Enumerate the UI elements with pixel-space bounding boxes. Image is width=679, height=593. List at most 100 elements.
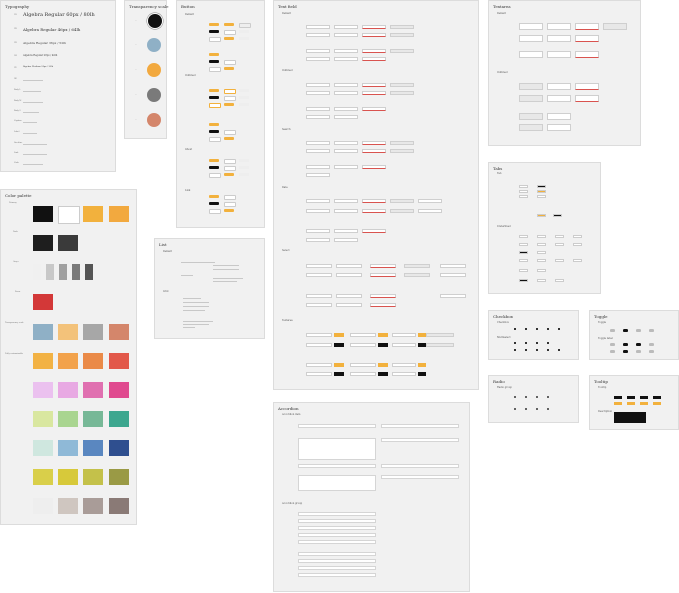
tab-item-active[interactable]	[537, 185, 546, 188]
light-button[interactable]	[224, 60, 236, 66]
toggle-switch-on[interactable]	[623, 343, 628, 346]
textarea-action[interactable]	[378, 333, 388, 337]
accordion-item-expanded[interactable]	[298, 475, 376, 491]
checkbox[interactable]	[547, 342, 550, 345]
textarea[interactable]	[519, 51, 543, 58]
date-input[interactable]	[334, 229, 358, 233]
link-button[interactable]	[209, 209, 221, 215]
checkbox-checked[interactable]	[525, 328, 528, 331]
textarea[interactable]	[547, 113, 571, 120]
textarea-action[interactable]	[378, 363, 388, 367]
textarea-action[interactable]	[418, 363, 426, 367]
text-input[interactable]	[306, 91, 330, 95]
outlined-button[interactable]	[209, 137, 221, 143]
search-input[interactable]	[334, 149, 358, 153]
tab-underlined[interactable]	[555, 279, 564, 282]
accordion-group-item[interactable]	[298, 552, 376, 556]
text-input-error[interactable]	[362, 33, 386, 37]
text-input[interactable]	[306, 107, 330, 111]
textarea-action[interactable]	[334, 363, 344, 367]
search-input-error[interactable]	[362, 141, 386, 145]
textarea-input[interactable]	[392, 343, 416, 347]
date-input[interactable]	[306, 199, 330, 203]
textarea-input[interactable]	[350, 333, 376, 337]
text-input-error[interactable]	[362, 25, 386, 29]
tab-underlined[interactable]	[555, 243, 564, 246]
textarea[interactable]	[519, 35, 543, 42]
tab-underlined[interactable]	[537, 279, 546, 282]
dark-button[interactable]	[209, 130, 219, 134]
accordion-item[interactable]	[298, 464, 376, 468]
search-input-error[interactable]	[362, 165, 386, 169]
text-input-disabled[interactable]	[390, 33, 414, 37]
date-input-error[interactable]	[362, 209, 386, 213]
text-input-error[interactable]	[362, 83, 386, 87]
search-input[interactable]	[334, 165, 358, 169]
select-input[interactable]	[306, 294, 332, 298]
textarea-error[interactable]	[575, 35, 599, 42]
outlined-button[interactable]	[224, 96, 236, 102]
tab-item-active[interactable]	[537, 214, 546, 217]
select-input-error[interactable]	[370, 273, 396, 277]
dark-button[interactable]	[209, 30, 219, 34]
text-input[interactable]	[306, 83, 330, 87]
text-input[interactable]	[334, 107, 358, 111]
textarea-input[interactable]	[306, 363, 332, 367]
textarea-disabled[interactable]	[603, 23, 627, 30]
textarea-action[interactable]	[378, 372, 388, 376]
tab-underlined[interactable]	[573, 243, 582, 246]
select-input-disabled[interactable]	[404, 273, 430, 277]
select-input-disabled[interactable]	[404, 264, 430, 268]
tab-item[interactable]	[519, 185, 528, 188]
accordion-group-item[interactable]	[298, 573, 376, 577]
dark-button[interactable]	[209, 60, 219, 64]
toggle-switch[interactable]	[649, 343, 654, 346]
select-input[interactable]	[306, 264, 332, 268]
date-input[interactable]	[334, 199, 358, 203]
toggle-switch[interactable]	[649, 350, 654, 353]
text-input[interactable]	[334, 33, 358, 37]
text-input[interactable]	[306, 49, 330, 53]
search-input[interactable]	[306, 141, 330, 145]
outlined-button[interactable]	[209, 103, 221, 109]
textarea[interactable]	[547, 23, 571, 30]
accordion-group-item[interactable]	[298, 512, 376, 516]
select-input[interactable]	[336, 264, 362, 268]
text-input[interactable]	[334, 83, 358, 87]
select-input-error[interactable]	[370, 294, 396, 298]
dark-button[interactable]	[209, 96, 219, 100]
text-input[interactable]	[306, 57, 330, 61]
textarea-action[interactable]	[418, 333, 426, 337]
textarea-input[interactable]	[392, 363, 416, 367]
toggle-switch[interactable]	[636, 329, 641, 332]
link-button[interactable]	[224, 202, 236, 208]
text-input[interactable]	[334, 115, 358, 119]
textarea-input[interactable]	[306, 372, 332, 376]
accordion-group-item[interactable]	[298, 533, 376, 537]
tab-underlined[interactable]	[519, 243, 528, 246]
checkbox[interactable]	[536, 349, 539, 352]
date-input[interactable]	[418, 199, 442, 203]
accordion-group-item[interactable]	[298, 526, 376, 530]
radio-button[interactable]	[536, 408, 539, 411]
tab-item-active[interactable]	[553, 214, 562, 217]
tab-underlined[interactable]	[555, 259, 564, 262]
text-input-error[interactable]	[362, 91, 386, 95]
link-button[interactable]	[209, 195, 219, 199]
textarea[interactable]	[547, 83, 571, 90]
search-input-disabled[interactable]	[390, 149, 414, 153]
tab-item[interactable]	[519, 190, 528, 193]
date-input-error[interactable]	[362, 229, 386, 233]
text-input-error[interactable]	[362, 107, 386, 111]
date-input-disabled[interactable]	[390, 209, 414, 213]
link-button[interactable]	[224, 209, 234, 213]
toggle-switch[interactable]	[610, 343, 615, 346]
tab-item[interactable]	[537, 195, 546, 198]
disabled-button[interactable]	[239, 166, 249, 170]
primary-button[interactable]	[209, 23, 219, 27]
text-input[interactable]	[334, 49, 358, 53]
checkbox[interactable]	[558, 328, 561, 331]
disabled-button[interactable]	[239, 23, 251, 29]
outlined-button[interactable]	[224, 89, 236, 95]
toggle-switch[interactable]	[636, 350, 641, 353]
